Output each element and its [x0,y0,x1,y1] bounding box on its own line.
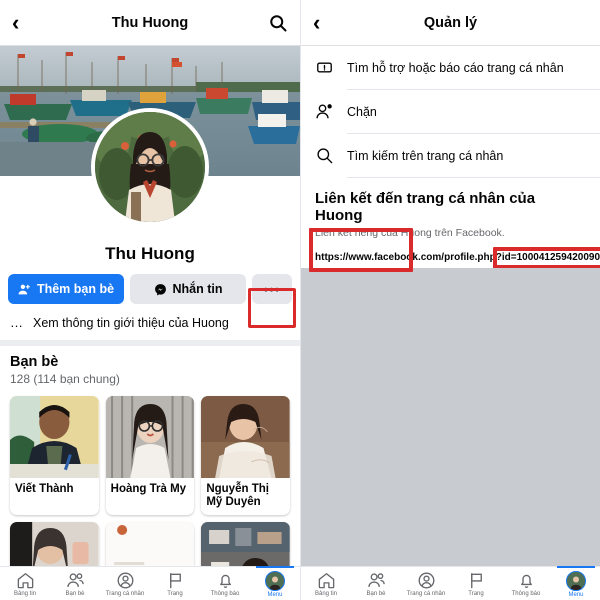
nav-item-friends[interactable]: Bạn bè [351,567,401,597]
friends-title: Bạn bè [10,354,59,370]
block-user-icon [315,102,334,121]
nav-item-home[interactable]: Bảng tin [301,567,351,597]
nav-label: Thông báo [511,591,541,597]
link-section-heading: Liên kết đến trang cá nhân của Huong [315,190,536,224]
bell-icon [517,571,536,590]
friends-icon [66,571,85,590]
report-icon [315,58,334,77]
nav-label: Trang cá nhân [105,591,145,597]
message-button[interactable]: Nhắn tin [130,274,246,304]
nav-item-profile[interactable]: Trang cá nhân [401,567,451,597]
nav-item-menu[interactable]: Menu [250,566,300,598]
nav-label: Menu [568,592,584,598]
nav-label: Trang [167,591,183,597]
list-item[interactable]: Nguyễn Thị Mỹ Duyên [201,396,290,516]
bottom-navigation-right: Bảng tin Bạn bè Trang cá nhân Trang Thôn… [301,566,600,600]
left-panel-profile: ‹ Thu Huong Thu Huong Thêm bạn bè Nhắn t… [0,0,300,600]
home-icon [16,571,35,590]
friends-count: 128 (114 bạn chung) [10,372,120,386]
nav-label: Bạn bè [366,591,386,597]
add-friend-button[interactable]: Thêm bạn bè [8,274,124,304]
right-topbar: ‹ Quản lý [301,0,600,45]
profile-icon [417,571,436,590]
page-title: Thu Huong [111,14,189,31]
chevron-left-icon[interactable]: ‹ [313,11,337,34]
profile-url-prefix: https://www.facebook.com/profile.php?id= [315,252,517,263]
dual-phone-screenshot: ‹ Thu Huong Thu Huong Thêm bạn bè Nhắn t… [0,0,600,600]
menu-item-search-profile[interactable]: Tìm kiếm trên trang cá nhân [301,134,600,177]
list-item[interactable]: Hoàng Trà My [105,396,195,516]
friend-photo [10,396,99,478]
nav-item-friends[interactable]: Bạn bè [50,567,100,597]
bell-icon [216,571,235,590]
nav-item-menu[interactable]: Menu [551,566,600,598]
empty-gray-area [301,268,600,566]
person-add-icon [18,283,31,296]
profile-url-row[interactable]: https://www.facebook.com/profile.php?id=… [315,247,600,269]
nav-label: Trang cá nhân [406,591,446,597]
nav-item-home[interactable]: Bảng tin [0,567,50,597]
friends-icon [367,571,386,590]
menu-label: Tìm kiếm trên trang cá nhân [347,148,504,163]
menu-avatar-icon [265,571,285,591]
friend-photo [105,396,195,478]
avatar[interactable] [91,108,209,226]
nav-label: Thông báo [210,591,240,597]
search-icon[interactable] [268,13,288,33]
profile-id-value: 100041259420090 [516,252,600,263]
page-title: Quản lý [423,14,478,31]
bottom-navigation-left: Bảng tin Bạn bè Trang cá nhân Trang Thôn… [0,566,300,600]
menu-item-report[interactable]: Tìm hỗ trợ hoặc báo cáo trang cá nhân [301,46,600,89]
list-item[interactable]: Viết Thành [10,396,99,516]
profile-name: Thu Huong [105,244,195,263]
messenger-icon [154,283,167,296]
ellipsis-icon: … [10,315,24,330]
left-topbar: ‹ Thu Huong [0,0,300,45]
flag-icon [467,571,486,590]
view-intro-label: Xem thông tin giới thiệu của Huong [33,315,229,330]
view-intro-row[interactable]: … Xem thông tin giới thiệu của Huong [0,304,300,340]
profile-icon [116,571,135,590]
nav-item-notifications[interactable]: Thông báo [501,567,551,597]
nav-label: Trang [468,591,484,597]
chevron-left-icon[interactable]: ‹ [12,11,36,34]
more-options-button[interactable]: ••• [252,274,292,304]
nav-label: Bảng tin [13,591,37,597]
nav-label: Bảng tin [314,591,338,597]
menu-item-block[interactable]: Chặn [301,90,600,133]
friends-section-header: Bạn bè 128 (114 bạn chung) [0,346,300,388]
nav-item-pages[interactable]: Trang [150,567,200,597]
flag-icon [166,571,185,590]
friend-photo [201,396,290,478]
nav-label: Bạn bè [65,591,85,597]
menu-label: Chặn [347,104,377,119]
home-icon [317,571,336,590]
friend-name: Viết Thành [15,483,74,495]
nav-item-notifications[interactable]: Thông báo [200,567,250,597]
friend-name: Hoàng Trà My [110,483,187,495]
profile-action-buttons: Thêm bạn bè Nhắn tin ••• [0,264,300,304]
menu-avatar-icon [566,571,586,591]
link-section-description: Liên kết riêng của Huong trên Facebook. [315,227,505,239]
menu-label: Tìm hỗ trợ hoặc báo cáo trang cá nhân [347,60,564,75]
nav-label: Menu [267,592,283,598]
friend-name: Nguyễn Thị Mỹ Duyên [206,483,269,509]
nav-item-profile[interactable]: Trang cá nhân [100,567,150,597]
nav-item-pages[interactable]: Trang [451,567,501,597]
message-label: Nhắn tin [172,282,223,296]
search-icon [315,146,334,165]
add-friend-label: Thêm bạn bè [36,282,115,296]
right-panel-manage: ‹ Quản lý Tìm hỗ trợ hoặc báo cáo trang … [300,0,600,600]
